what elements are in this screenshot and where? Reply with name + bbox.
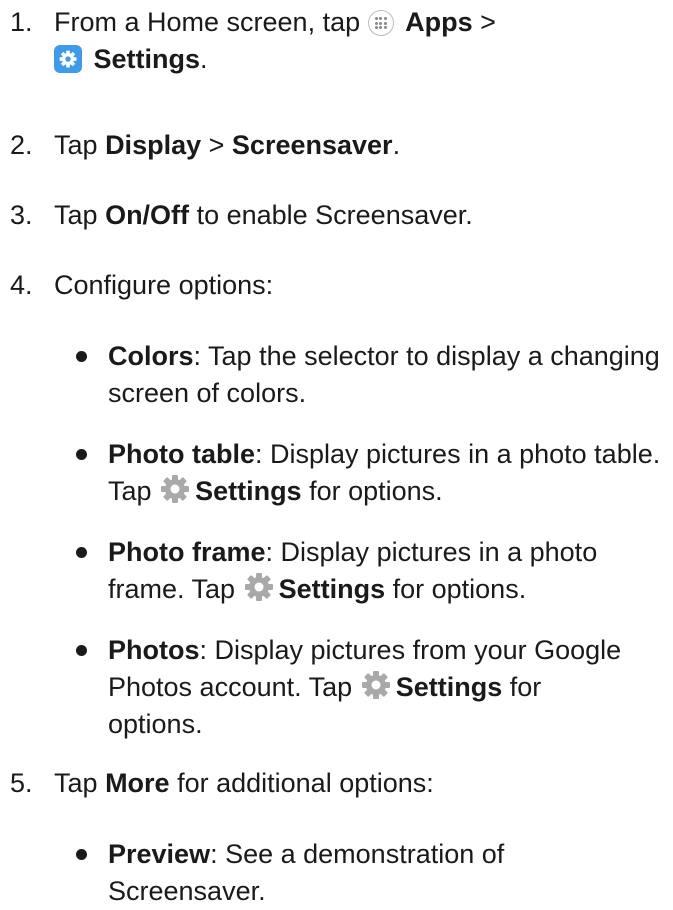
- separator: >: [208, 130, 225, 160]
- option-term: Colors: [108, 341, 194, 371]
- settings-app-icon: [54, 45, 82, 73]
- screensaver-label: Screensaver: [231, 130, 393, 160]
- option-desc: for options.: [392, 574, 527, 604]
- option-text: Photo frame: Display pictures in a photo…: [108, 534, 633, 608]
- option-desc: Tap: [108, 476, 152, 506]
- instructions-page: 1. From a Home screen, tap Apps > Settin…: [0, 0, 673, 906]
- gear-icon: [161, 475, 190, 503]
- step-number: 4.: [10, 270, 33, 300]
- on-off-label: On/Off: [105, 200, 190, 230]
- step-text-part: Tap: [54, 130, 98, 160]
- option-term: Photo table: [108, 439, 255, 469]
- step-number: 2.: [10, 130, 33, 160]
- more-label: More: [105, 768, 170, 798]
- step-text: From a Home screen, tap Apps > Settings.: [54, 4, 665, 78]
- display-label: Display: [105, 130, 202, 160]
- settings-label: Settings: [395, 672, 503, 702]
- step-text-part: .: [392, 130, 401, 160]
- step-text: Configure options:: [54, 270, 274, 300]
- option-text: Colors: Tap the selector to display a ch…: [108, 338, 669, 412]
- step-text-part: From a Home screen, tap: [54, 7, 361, 37]
- step-text: Tap Display > Screensaver.: [54, 127, 665, 164]
- step-text-part: to enable Screensaver.: [196, 200, 473, 230]
- separator: >: [480, 7, 496, 37]
- step-text: Tap More for additional options:: [54, 765, 665, 802]
- option-text: Photo table: Display pictures in a photo…: [108, 436, 669, 510]
- option-term: Preview: [108, 839, 211, 869]
- step-text-part: for additional options:: [177, 768, 434, 798]
- option-desc: : Display pictures in a photo table.: [255, 439, 661, 469]
- apps-label: Apps: [405, 7, 473, 37]
- bullet: [76, 849, 87, 860]
- step-text-part: .: [200, 44, 208, 74]
- apps-grid-icon: [367, 10, 394, 36]
- option-term: Photo frame: [108, 537, 266, 567]
- step-text-part: Tap: [54, 200, 98, 230]
- bullet: [76, 449, 87, 460]
- settings-label: Settings: [195, 476, 302, 506]
- option-desc: for options.: [309, 476, 443, 506]
- gear-icon: [244, 573, 273, 601]
- bullet: [76, 547, 87, 558]
- option-text: Preview: See a demonstration of Screensa…: [108, 836, 669, 910]
- bullet: [76, 351, 87, 362]
- settings-label: Settings: [278, 574, 386, 604]
- option-text: Photos: Display pictures from your Googl…: [108, 632, 643, 743]
- step-number: 3.: [10, 200, 33, 230]
- step-number: 5.: [10, 768, 33, 798]
- settings-label: Settings: [93, 44, 201, 74]
- step-text: Tap On/Off to enable Screensaver.: [54, 197, 665, 234]
- option-term: Photos: [108, 635, 200, 665]
- step-number: 1.: [10, 7, 33, 37]
- step-text-part: Tap: [54, 768, 98, 798]
- bullet: [76, 645, 87, 656]
- gear-icon: [361, 671, 390, 699]
